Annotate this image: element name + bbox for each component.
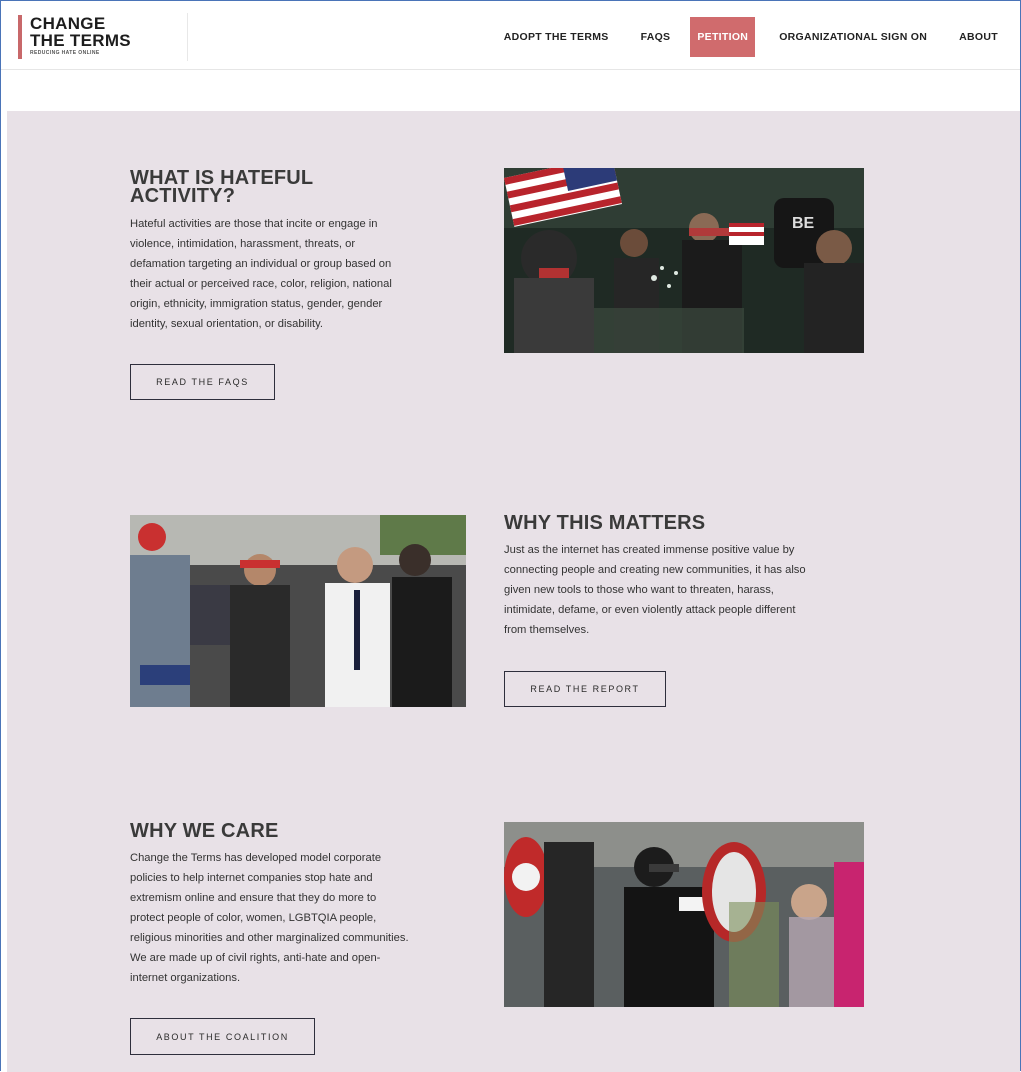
shirt-text: BE	[792, 215, 815, 232]
body-line: origin, ethnicity, immigration status, g…	[130, 298, 383, 310]
logo-line-1: CHANGE	[30, 14, 106, 33]
nav-faqs[interactable]: FAQS	[633, 17, 679, 57]
rally-crowd-photo	[130, 515, 466, 707]
section-title-why-this-matters: WHY THIS MATTERS	[504, 512, 706, 534]
site-header: CHANGE THE TERMS REDUCING HATE ONLINE AD…	[1, 1, 1020, 70]
nav-adopt-the-terms[interactable]: ADOPT THE TERMS	[496, 17, 617, 57]
main-nav: ADOPT THE TERMS FAQS PETITION ORGANIZATI…	[480, 17, 1006, 57]
body-line: religious minorities and other marginali…	[130, 932, 409, 944]
section-body-why-this-matters: Just as the internet has created immense…	[504, 540, 869, 640]
section-title-line: WHY WE CARE	[130, 820, 279, 842]
section-title-hateful-activity: WHAT IS HATEFUL ACTIVITY?	[130, 168, 313, 207]
body-line: their actual or perceived race, color, r…	[130, 278, 392, 290]
site-logo[interactable]: CHANGE THE TERMS REDUCING HATE ONLINE	[18, 15, 131, 59]
shield-clash-photo	[504, 822, 864, 1007]
body-line: connecting people and creating new commu…	[504, 564, 806, 576]
nav-about[interactable]: ABOUT	[951, 17, 1006, 57]
section-title-line: ACTIVITY?	[130, 185, 236, 207]
nav-petition[interactable]: PETITION	[690, 17, 756, 57]
section-title-line: WHY THIS MATTERS	[504, 512, 706, 534]
main-content: WHAT IS HATEFUL ACTIVITY? Hateful activi…	[7, 111, 1020, 1072]
body-line: identity, sexual orientation, or disabil…	[130, 318, 323, 330]
section-body-hateful-activity: Hateful activities are those that incite…	[130, 214, 465, 334]
section-body-why-we-care: Change the Terms has developed model cor…	[130, 848, 470, 988]
nav-organizational-sign-on[interactable]: ORGANIZATIONAL SIGN ON	[771, 17, 935, 57]
section-title-why-we-care: WHY WE CARE	[130, 820, 279, 842]
logo-line-2: THE TERMS	[30, 31, 131, 50]
body-line: given new tools to those who want to thr…	[504, 584, 774, 596]
body-line: protect people of color, women, LGBTQIA …	[130, 912, 377, 924]
shield-clash-illustration	[504, 822, 864, 1007]
read-the-faqs-button[interactable]: READ THE FAQS	[130, 364, 275, 400]
body-line: Hateful activities are those that incite…	[130, 218, 378, 230]
body-line: intimidate, defame, or even violently at…	[504, 604, 796, 616]
body-line: We are made up of civil rights, anti-hat…	[130, 952, 381, 964]
protest-clash-illustration: BE	[504, 168, 864, 353]
read-the-report-button[interactable]: READ THE REPORT	[504, 671, 666, 707]
body-line: from themselves.	[504, 624, 590, 636]
body-line: Just as the internet has created immense…	[504, 544, 795, 556]
body-line: policies to help internet companies stop…	[130, 872, 373, 884]
body-line: violence, intimidation, harassment, thre…	[130, 238, 356, 250]
header-divider	[187, 13, 188, 61]
protest-clash-photo: BE	[504, 168, 864, 353]
about-the-coalition-button[interactable]: ABOUT THE COALITION	[130, 1018, 315, 1055]
body-line: defamation targeting an individual or gr…	[130, 258, 392, 270]
rally-crowd-illustration	[130, 515, 466, 707]
body-line: Change the Terms has developed model cor…	[130, 852, 382, 864]
body-line: extremism online and ensure that they do…	[130, 892, 377, 904]
logo-tagline: REDUCING HATE ONLINE	[30, 50, 100, 56]
body-line: internet organizations.	[130, 972, 241, 984]
